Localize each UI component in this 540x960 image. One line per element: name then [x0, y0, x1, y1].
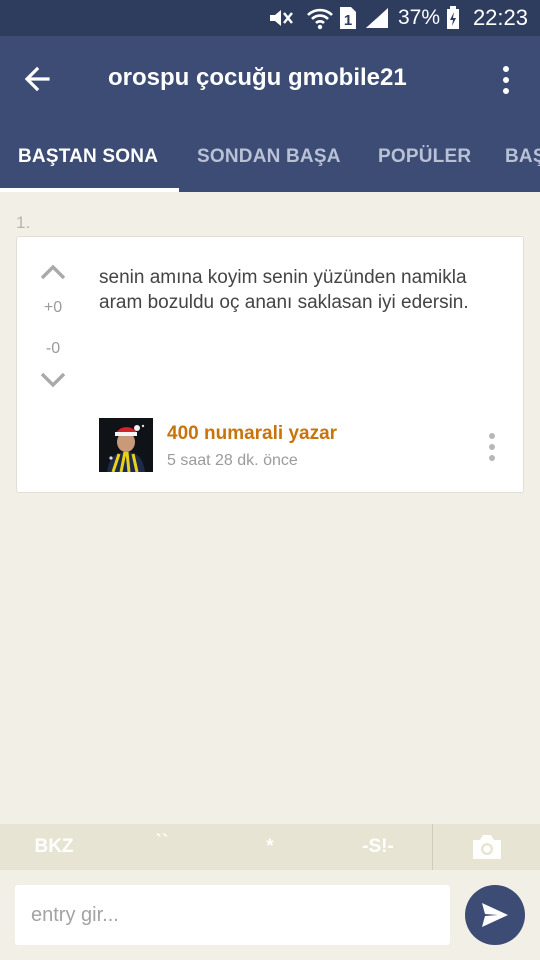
entry-menu-button[interactable]: [489, 433, 495, 461]
app-bar: orospu çocuğu gmobile21: [0, 36, 540, 122]
sim-slot: 1: [344, 12, 352, 29]
backtick-button[interactable]: ``: [108, 824, 216, 870]
overflow-menu-button[interactable]: [486, 58, 526, 102]
battery-charging-icon: [446, 0, 460, 36]
signal-icon: [364, 0, 390, 36]
tab-populer[interactable]: POPÜLER: [378, 146, 471, 168]
avatar[interactable]: [99, 418, 153, 472]
entry-text: senin amına koyim senin yüzünden namikla…: [99, 267, 469, 313]
send-icon: [482, 903, 508, 927]
entry-timestamp: 5 saat 28 dk. önce: [167, 452, 298, 469]
format-toolbar: BKZ `` * -S!-: [0, 824, 540, 870]
upvote-button[interactable]: [39, 261, 67, 283]
upvote-count: +0: [43, 299, 63, 316]
entry-input[interactable]: [15, 885, 450, 945]
wifi-icon: [306, 0, 334, 36]
more-vertical-icon: [489, 433, 495, 439]
tab-bas[interactable]: BAŞ: [505, 146, 540, 168]
more-vertical-icon: [503, 66, 509, 72]
tab-indicator: [0, 188, 179, 192]
author-avatar-image: [99, 418, 153, 472]
arrow-left-icon: [24, 66, 50, 92]
mute-icon: [268, 0, 294, 36]
tab-sondan-basa[interactable]: SONDAN BAŞA: [197, 146, 341, 168]
sort-tabs: BAŞTAN SONA SONDAN BAŞA POPÜLER BAŞ: [0, 122, 540, 192]
sim-icon: 1: [338, 0, 358, 36]
bkz-button[interactable]: BKZ: [0, 824, 108, 870]
entry-index: 1.: [16, 213, 31, 232]
status-bar: 1 37% 22:23: [0, 0, 540, 36]
downvote-button[interactable]: [39, 369, 67, 391]
camera-button[interactable]: [433, 824, 540, 870]
battery-percent: 37%: [397, 6, 440, 29]
compose-bar: [0, 870, 540, 960]
star-button[interactable]: *: [216, 824, 324, 870]
camera-icon: [472, 835, 501, 859]
page-title: orospu çocuğu gmobile21: [108, 64, 407, 91]
spoiler-button[interactable]: -S!-: [324, 824, 432, 870]
clock: 22:23: [472, 5, 528, 30]
downvote-count: -0: [45, 340, 61, 357]
tab-bastan-sona[interactable]: BAŞTAN SONA: [18, 146, 158, 168]
chevron-down-icon: [40, 372, 66, 388]
entry-card: +0 -0 senin amına koyim senin yüzünden n…: [16, 236, 524, 493]
send-button[interactable]: [465, 885, 525, 945]
chevron-up-icon: [40, 264, 66, 280]
back-button[interactable]: [14, 56, 60, 102]
author-name[interactable]: 400 numarali yazar: [167, 423, 337, 445]
